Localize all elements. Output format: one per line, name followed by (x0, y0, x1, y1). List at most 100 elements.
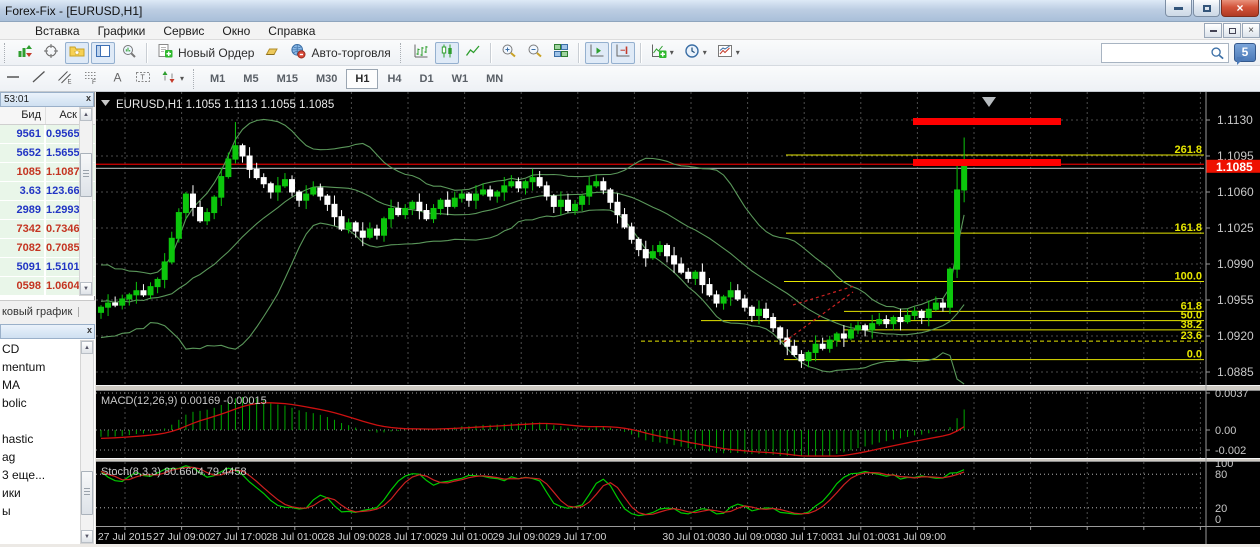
timeframe-m1[interactable]: M1 (201, 69, 234, 89)
navigator-scrollbar[interactable]: ▲ ▼ (80, 340, 94, 544)
column-header-bid[interactable]: Бид (0, 107, 46, 124)
tile-windows-icon[interactable] (549, 42, 573, 64)
tab-tick-chart[interactable]: ковый график (0, 300, 95, 324)
bid-value: 2989 (0, 201, 46, 219)
window-titlebar[interactable]: Forex-Fix - [EURUSD,H1] × (0, 0, 1260, 22)
timeframe-h4[interactable]: H4 (378, 69, 410, 89)
zoom-in-icon[interactable] (497, 42, 521, 64)
market-watch-titlebar[interactable]: 53:01 x (0, 92, 94, 107)
market-watch-time: 53:01 (4, 94, 29, 105)
market-watch-scrollbar[interactable]: ▲ ▼ (79, 107, 93, 296)
restore-button[interactable] (1193, 0, 1220, 17)
chevron-down-icon[interactable]: ▾ (180, 74, 184, 83)
horizontal-line-icon[interactable] (1, 68, 25, 90)
menu-item-2[interactable]: Сервис (154, 23, 213, 39)
fibonacci-icon[interactable]: F (79, 68, 103, 90)
badge-count: 5 (1242, 45, 1249, 59)
search-input[interactable] (1102, 45, 1210, 61)
autoscroll-icon[interactable] (585, 42, 609, 64)
periods-icon[interactable]: ▾ (680, 42, 711, 64)
menu-item-1[interactable]: Графики (89, 23, 155, 39)
bar-chart-icon[interactable] (409, 42, 433, 64)
svg-text:T: T (141, 75, 146, 82)
timeframe-m15[interactable]: M15 (268, 69, 307, 89)
timeframe-w1[interactable]: W1 (443, 69, 478, 89)
svg-text:1.1085: 1.1085 (1216, 160, 1253, 174)
toolbar-standard: Новый Ордер Авто-торговля ▾ ▾ ▾ 5 (0, 40, 1260, 66)
autotrade-button[interactable]: Авто-торговля (286, 42, 394, 64)
svg-text:0.0: 0.0 (1187, 349, 1202, 361)
svg-text:1.0920: 1.0920 (1217, 329, 1254, 343)
chevron-down-icon[interactable]: ▾ (736, 48, 740, 57)
text-label-icon[interactable]: T (131, 68, 155, 90)
timeframe-m30[interactable]: M30 (307, 69, 346, 89)
chart-shift-icon (615, 43, 631, 62)
new-order-button[interactable]: Новый Ордер (153, 42, 258, 64)
close-icon[interactable]: x (87, 325, 92, 335)
candlestick-icon[interactable] (435, 42, 459, 64)
price-chart[interactable]: 1.11301.10951.10601.10251.09901.09551.09… (96, 92, 1260, 544)
templates-icon[interactable]: ▾ (713, 42, 744, 64)
scrollbar-thumb[interactable] (80, 153, 92, 197)
svg-text:20: 20 (1215, 503, 1227, 515)
child-restore-button[interactable] (1223, 23, 1241, 38)
timeframe-h1[interactable]: H1 (346, 69, 378, 89)
community-badge[interactable]: 5 (1234, 43, 1256, 62)
svg-text:30 Jul 17:00: 30 Jul 17:00 (776, 531, 833, 543)
ask-value: 1.0604 (46, 277, 82, 295)
trendline-icon[interactable] (27, 68, 51, 90)
search-icon[interactable] (1210, 46, 1225, 61)
text-icon[interactable]: A (105, 68, 129, 90)
search-box[interactable] (1101, 43, 1229, 63)
menu-item-3[interactable]: Окно (213, 23, 259, 39)
chart-window[interactable]: 1.11301.10951.10601.10251.09901.09551.09… (96, 92, 1260, 544)
strategy-tester-icon (121, 43, 137, 62)
minimize-icon (1210, 30, 1217, 32)
timeframe-d1[interactable]: D1 (411, 69, 443, 89)
arrows-icon[interactable]: ▾ (157, 68, 188, 90)
svg-text:1.0885: 1.0885 (1217, 365, 1254, 379)
svg-text:A: A (114, 71, 122, 85)
experts-icon[interactable] (260, 42, 284, 64)
chart-shift-icon[interactable] (611, 42, 635, 64)
child-minimize-button[interactable] (1204, 23, 1222, 38)
indicators-icon[interactable]: ▾ (647, 42, 678, 64)
horizontal-line-icon (5, 69, 21, 88)
timeframe-m5[interactable]: M5 (234, 69, 267, 89)
line-chart-icon[interactable] (461, 42, 485, 64)
minimize-button[interactable] (1165, 0, 1192, 17)
strategy-tester-icon[interactable] (117, 42, 141, 64)
navigator-titlebar[interactable]: x (0, 324, 95, 339)
svg-text:30 Jul 09:00: 30 Jul 09:00 (719, 531, 776, 543)
close-icon[interactable]: x (86, 93, 91, 103)
chevron-down-icon[interactable]: ▾ (670, 48, 674, 57)
menu-item-4[interactable]: Справка (259, 23, 324, 39)
svg-text:31 Jul 01:00: 31 Jul 01:00 (832, 531, 889, 543)
menu-bar: ВставкаГрафикиСервисОкноСправка × (0, 22, 1260, 40)
scrollbar-thumb[interactable] (81, 471, 93, 515)
symbols-icon[interactable] (13, 42, 37, 64)
menu-item-0[interactable]: Вставка (26, 23, 89, 39)
bid-value: 7342 (0, 220, 46, 238)
panels-icon[interactable] (91, 42, 115, 64)
svg-text:261.8: 261.8 (1174, 144, 1202, 156)
bid-value: 5652 (0, 144, 46, 162)
child-close-button[interactable]: × (1242, 23, 1260, 38)
chevron-down-icon[interactable]: ▾ (703, 48, 707, 57)
child-window-controls: × (1203, 23, 1260, 38)
column-header-ask[interactable]: Аск (46, 107, 81, 124)
zoom-out-icon (527, 43, 543, 62)
timeframe-mn[interactable]: MN (477, 69, 512, 89)
text-label-icon: T (135, 69, 151, 88)
crosshair-icon[interactable] (39, 42, 63, 64)
line-chart-icon (465, 43, 481, 62)
favorites-icon[interactable] (65, 42, 89, 64)
templates-icon (717, 43, 733, 62)
close-button[interactable]: × (1221, 0, 1259, 17)
text-icon: A (109, 69, 125, 88)
equidistant-channel-icon[interactable]: E (53, 68, 77, 90)
ask-value: 0.7346 (46, 220, 82, 238)
new-order-button-label: Новый Ордер (178, 46, 254, 60)
zoom-out-icon[interactable] (523, 42, 547, 64)
svg-text:100: 100 (1215, 458, 1233, 470)
